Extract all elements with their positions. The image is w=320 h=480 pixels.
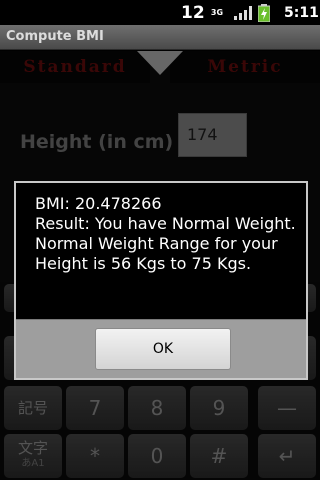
app-title: Compute BMI [6, 29, 104, 44]
network-type-indicator: 3G [210, 0, 224, 25]
bmi-value-line: BMI: 20.478266 [35, 194, 162, 213]
app-title-bar: Compute BMI [0, 25, 320, 50]
signal-bars-icon [234, 0, 252, 25]
notification-count: 12 [181, 2, 205, 23]
weight-range-line: Normal Weight Range for your Height is 5… [35, 234, 278, 273]
bmi-result-dialog: BMI: 20.478266 Result: You have Normal W… [14, 181, 308, 380]
dialog-button-bar: OK [16, 319, 306, 378]
network-type-label: 3G [210, 7, 224, 17]
ok-button[interactable]: OK [95, 328, 231, 370]
battery-charging-icon [258, 0, 272, 25]
status-bar: 12 3G 5:11 [0, 0, 320, 25]
result-line: Result: You have Normal Weight. [35, 214, 296, 233]
clock: 5:11 [284, 4, 319, 21]
dialog-message: BMI: 20.478266 Result: You have Normal W… [35, 194, 297, 274]
